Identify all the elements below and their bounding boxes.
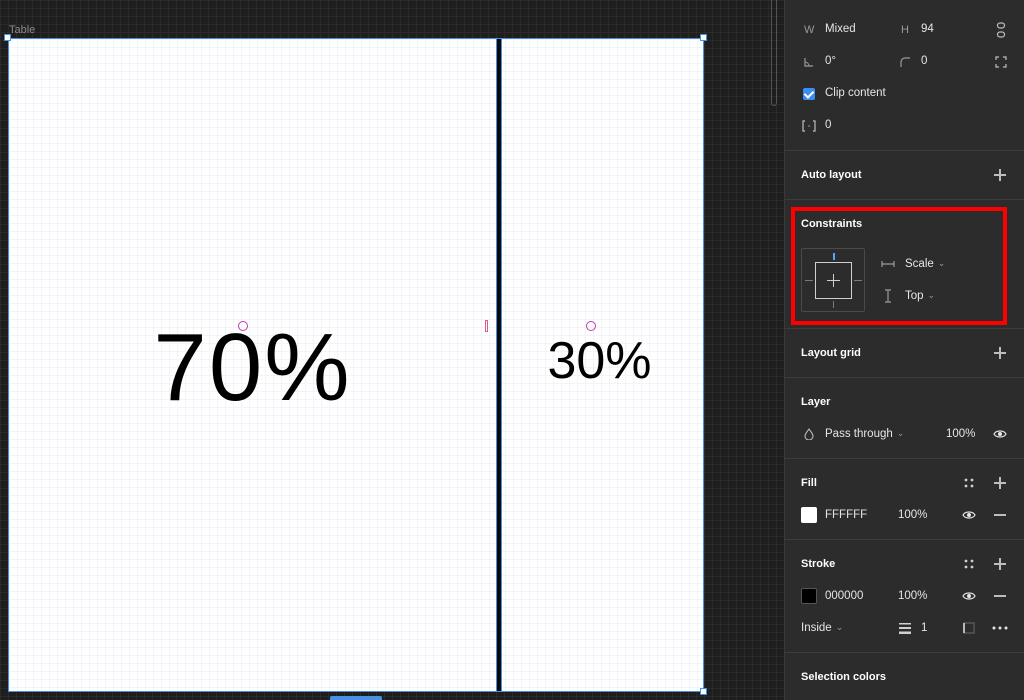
horizontal-constraint-icon: [880, 256, 896, 272]
divider: [785, 377, 1024, 378]
corner-radius-value[interactable]: 0: [921, 55, 927, 67]
rotation-icon: [801, 54, 817, 70]
horizontal-constraint-value: Scale: [905, 258, 934, 270]
vertical-constraint-dropdown[interactable]: Top ⌄: [905, 290, 935, 302]
constraint-top-line[interactable]: [833, 253, 835, 260]
fill-color-hex[interactable]: FFFFFF: [825, 509, 867, 521]
divider: [785, 539, 1024, 540]
stroke-title: Stroke: [801, 558, 836, 570]
resize-handle-top-left[interactable]: [4, 34, 11, 41]
chevron-down-icon: ⌄: [937, 258, 946, 268]
blend-mode-value: Pass through: [825, 428, 893, 440]
left-cell-text: 70%: [153, 314, 352, 421]
remove-stroke-icon[interactable]: [992, 588, 1008, 604]
blend-mode-dropdown[interactable]: Pass through ⌄: [825, 428, 904, 440]
constraint-bottom-line[interactable]: [833, 301, 834, 308]
individual-strokes-icon[interactable]: [961, 620, 977, 636]
add-auto-layout-icon[interactable]: [992, 167, 1008, 183]
divider: [785, 328, 1024, 329]
styles-grid-icon[interactable]: [961, 556, 977, 572]
blend-mode-icon: [801, 426, 817, 442]
constrain-proportions-icon[interactable]: [993, 22, 1009, 38]
resize-handle-top-right[interactable]: [700, 34, 707, 41]
constraint-right-line[interactable]: [854, 280, 862, 281]
spacing-value[interactable]: 0: [825, 119, 831, 131]
resize-handle-bottom-right[interactable]: [700, 688, 707, 695]
layout-grid-title: Layout grid: [801, 347, 861, 359]
stroke-position-value: Inside: [801, 622, 832, 634]
independent-corners-icon[interactable]: [993, 54, 1009, 70]
clip-content-checkbox[interactable]: [803, 88, 815, 100]
divider: [785, 199, 1024, 200]
vertical-constraint-value: Top: [905, 290, 924, 302]
clip-content-row: Clip content: [785, 78, 1024, 110]
width-label: W: [804, 24, 815, 36]
constraint-left-line[interactable]: [805, 280, 813, 281]
left-cell[interactable]: 70%: [9, 39, 496, 691]
selection-colors-title: Selection colors: [801, 671, 886, 683]
layer-opacity-value[interactable]: 100%: [946, 428, 975, 440]
stroke-color-swatch[interactable]: [801, 588, 817, 604]
fill-color-swatch[interactable]: [801, 507, 817, 523]
corner-radius-icon: [897, 54, 913, 70]
add-fill-icon[interactable]: [992, 475, 1008, 491]
height-label: H: [901, 24, 909, 36]
fill-opacity-value[interactable]: 100%: [898, 509, 927, 521]
eye-icon[interactable]: [961, 507, 977, 523]
height-value[interactable]: 94: [921, 23, 934, 35]
more-options-icon[interactable]: [992, 620, 1008, 636]
chevron-down-icon: ⌄: [896, 428, 905, 438]
chevron-down-icon: ⌄: [835, 622, 844, 632]
divider: [785, 150, 1024, 151]
constraints-title: Constraints: [801, 218, 863, 230]
auto-layout-title: Auto layout: [801, 169, 862, 181]
stroke-weight-value[interactable]: 1: [921, 622, 927, 634]
clip-content-label[interactable]: Clip content: [825, 87, 886, 99]
eye-icon[interactable]: [992, 426, 1008, 442]
chevron-down-icon: ⌄: [927, 290, 936, 300]
left-cell-center-indicator: [238, 321, 248, 331]
add-layout-grid-icon[interactable]: [992, 345, 1008, 361]
spacing-row: 0: [785, 110, 1024, 142]
constraint-center-box[interactable]: [815, 262, 852, 299]
stroke-weight-icon: [897, 620, 913, 636]
styles-grid-icon[interactable]: [961, 475, 977, 491]
properties-panel: W Mixed H 94 0° 0 Clip content 0 Auto la…: [784, 0, 1024, 700]
stroke-position-dropdown[interactable]: Inside ⌄: [801, 622, 843, 634]
eye-icon[interactable]: [961, 588, 977, 604]
spacing-icon: [801, 118, 817, 134]
fill-title: Fill: [801, 477, 817, 489]
stroke-opacity-value[interactable]: 100%: [898, 590, 927, 602]
rotation-radius-row: 0° 0: [785, 46, 1024, 78]
divider: [785, 652, 1024, 653]
layer-title: Layer: [801, 396, 831, 408]
horizontal-constraint-dropdown[interactable]: Scale ⌄: [905, 258, 945, 270]
right-cell-text: 30%: [547, 332, 652, 390]
vertical-constraint-icon: [880, 288, 896, 304]
design-canvas[interactable]: Table 70% 30%: [0, 0, 784, 700]
bottom-edge-indicator: [330, 696, 382, 700]
remove-fill-icon[interactable]: [992, 507, 1008, 523]
divider-midpoint-marker: [485, 320, 488, 332]
right-cell-center-indicator: [586, 321, 596, 331]
size-row: W Mixed H 94: [785, 14, 1024, 46]
stroke-color-hex[interactable]: 000000: [825, 590, 863, 602]
constraints-widget[interactable]: [801, 248, 865, 312]
right-cell[interactable]: 30%: [502, 39, 703, 691]
divider: [785, 458, 1024, 459]
canvas-scrollbar[interactable]: [771, 0, 777, 106]
add-stroke-icon[interactable]: [992, 556, 1008, 572]
rotation-value[interactable]: 0°: [825, 55, 836, 67]
table-frame[interactable]: 70% 30%: [8, 38, 704, 692]
frame-label[interactable]: Table: [9, 24, 35, 36]
width-value[interactable]: Mixed: [825, 23, 856, 35]
